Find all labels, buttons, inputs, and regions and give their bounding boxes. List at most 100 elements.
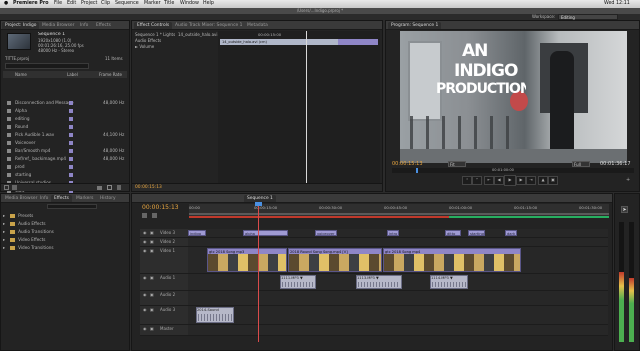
tab-media-browser-2[interactable]: Media Browser (2, 195, 40, 202)
project-list-item[interactable]: Round (3, 123, 126, 131)
lock-icon[interactable]: ▣ (150, 247, 154, 255)
menu-clip[interactable]: Clip (101, 0, 110, 8)
tab-effects[interactable]: Effects (93, 22, 114, 29)
play-icon[interactable]: ▶ (504, 175, 516, 186)
menu-edit[interactable]: Edit (67, 0, 76, 8)
project-list-item[interactable]: editing (3, 115, 126, 123)
project-list-item[interactable]: Disconnection and Message 48,000 Hz (3, 99, 126, 107)
tab-info-2[interactable]: Info (37, 195, 51, 202)
eye-icon[interactable]: ◉ (143, 247, 147, 255)
timeline-snap-icon[interactable] (142, 213, 147, 218)
export-frame-icon[interactable]: ▣ (548, 176, 558, 185)
video-clip[interactable]: 2018 Round Song Song.mp4 [V] (288, 248, 382, 272)
mark-in-icon[interactable]: ❛ (462, 176, 472, 185)
step-forward-icon[interactable]: ▶ (516, 176, 526, 185)
video-clip[interactable]: alpha (243, 230, 288, 236)
new-item-icon[interactable] (107, 185, 112, 190)
track-row[interactable] (188, 291, 608, 306)
effects-folder[interactable]: ▸ Video Transitions (3, 244, 127, 252)
tab-effect-controls[interactable]: Effect Controls (134, 22, 173, 29)
ec-clip[interactable]: 14_outside_halo.avi (178, 32, 218, 37)
program-scrub-bar[interactable]: 00:01:00:00 (392, 168, 634, 173)
eye-icon[interactable]: ◉ (143, 325, 147, 333)
eye-icon[interactable]: ◉ (143, 229, 147, 237)
track-header[interactable]: ◉ ▣ Video 3 (140, 229, 188, 238)
apple-icon[interactable]: ● (4, 0, 8, 8)
menu-window[interactable]: Window (180, 0, 199, 8)
menu-help[interactable]: Help (203, 0, 214, 8)
timeline-playhead-head[interactable] (255, 202, 262, 206)
video-clip[interactable]: gtc 2018 Song mp4 (383, 248, 521, 272)
project-list-item[interactable]: Voiceover (3, 139, 126, 147)
video-clip[interactable]: gtc 2018 Song mp3 (207, 248, 287, 272)
video-clip[interactable]: starting (468, 230, 485, 236)
project-search-input[interactable] (5, 63, 89, 69)
work-area-bar[interactable] (189, 213, 609, 215)
audio-clip[interactable]: 1111.MP3 ▼ (280, 275, 316, 289)
menu-project[interactable]: Project (81, 0, 97, 8)
project-list-item[interactable]: Bar/Smooth mp4 48,000 Hz (3, 147, 126, 155)
video-clip[interactable]: ditto (445, 230, 461, 236)
track-header[interactable]: ◉ ▣ Video 2 (140, 238, 188, 247)
effects-folder[interactable]: ▸ Presets (3, 212, 127, 220)
eye-icon[interactable]: ◉ (143, 291, 147, 299)
timeline-timecode[interactable]: 00:00:15:13 (142, 204, 179, 211)
menu-marker[interactable]: Marker (144, 0, 161, 8)
track-header[interactable]: ◉ ▣ Audio 3 (140, 306, 188, 325)
eye-icon[interactable]: ◉ (143, 306, 147, 314)
video-clip[interactable]: indigo (188, 230, 206, 236)
program-timecode-current[interactable]: 00:00:15:13 (392, 161, 423, 167)
tab-project[interactable]: Project: Indigo (2, 22, 40, 29)
go-to-out-icon[interactable]: ⇥ (526, 176, 536, 185)
trash-icon[interactable] (117, 185, 121, 190)
project-list-item[interactable]: starting (3, 171, 126, 179)
lock-icon[interactable]: ▣ (150, 229, 154, 237)
go-to-in-icon[interactable]: ⇤ (484, 176, 494, 185)
col-frame-rate[interactable]: Frame Rate (99, 71, 122, 78)
lock-icon[interactable]: ▣ (150, 306, 154, 314)
audio-clip[interactable]: 1113.MP3 ▼ (356, 275, 402, 289)
list-view-icon[interactable] (4, 185, 9, 190)
ec-playhead[interactable] (306, 31, 307, 183)
lock-icon[interactable]: ▣ (150, 238, 154, 246)
tab-program[interactable]: Program: Sequence 1 (388, 22, 442, 29)
menu-sequence[interactable]: Sequence (115, 0, 139, 8)
new-bin-icon[interactable] (97, 186, 102, 190)
mark-out-icon[interactable]: ❜ (472, 176, 482, 185)
tab-media-browser[interactable]: Media Browser (39, 22, 77, 29)
app-menu[interactable]: Premiere Pro (13, 0, 49, 8)
track-header[interactable]: ◉ ▣ Master (140, 325, 188, 336)
icon-view-icon[interactable] (12, 185, 17, 190)
effects-folder[interactable]: ▸ Video Effects (3, 236, 127, 244)
effects-search-input[interactable] (47, 204, 97, 209)
tab-history[interactable]: History (97, 195, 119, 202)
tab-markers[interactable]: Markers (73, 195, 96, 202)
effects-folder[interactable]: ▸ Audio Effects (3, 220, 127, 228)
lock-icon[interactable]: ▣ (150, 325, 154, 333)
track-header[interactable]: ◉ ▣ Audio 2 (140, 291, 188, 306)
selection-tool-icon[interactable]: ➤ (621, 206, 628, 213)
step-back-icon[interactable]: ◀ (494, 176, 504, 185)
button-editor-icon[interactable]: + (626, 177, 630, 183)
track-row[interactable] (188, 306, 608, 325)
tab-effects-2[interactable]: Effects (51, 195, 72, 202)
track-header[interactable]: ◉ ▣ Audio 1 (140, 274, 188, 291)
audio-clip[interactable]: 2014-Sound (196, 307, 234, 323)
project-list-item[interactable]: Alpha (3, 107, 126, 115)
col-label[interactable]: Label (67, 71, 78, 78)
col-name[interactable]: Name (15, 71, 27, 78)
menu-file[interactable]: File (54, 0, 62, 8)
program-playhead[interactable] (416, 168, 418, 173)
track-header[interactable]: ◉ ▣ Video 1 (140, 247, 188, 274)
timeline-ruler[interactable]: 00:00 00:00:15:00 00:00:30:00 00:00:45:00 00… (189, 204, 609, 218)
track-row[interactable] (188, 325, 608, 336)
effects-folder[interactable]: ▸ Audio Transitions (3, 228, 127, 236)
timeline-marker-icon[interactable] (152, 213, 157, 218)
ec-effect-volume[interactable]: ► Volume (135, 44, 154, 49)
project-list-item[interactable]: prod (3, 163, 126, 171)
lock-icon[interactable]: ▣ (150, 291, 154, 299)
tab-audio-mixer[interactable]: Audio Track Mixer: Sequence 1 (172, 22, 245, 29)
video-clip[interactable]: voiceover (315, 230, 337, 236)
lock-icon[interactable]: ▣ (150, 274, 154, 282)
lift-icon[interactable]: ▲ (538, 176, 548, 185)
